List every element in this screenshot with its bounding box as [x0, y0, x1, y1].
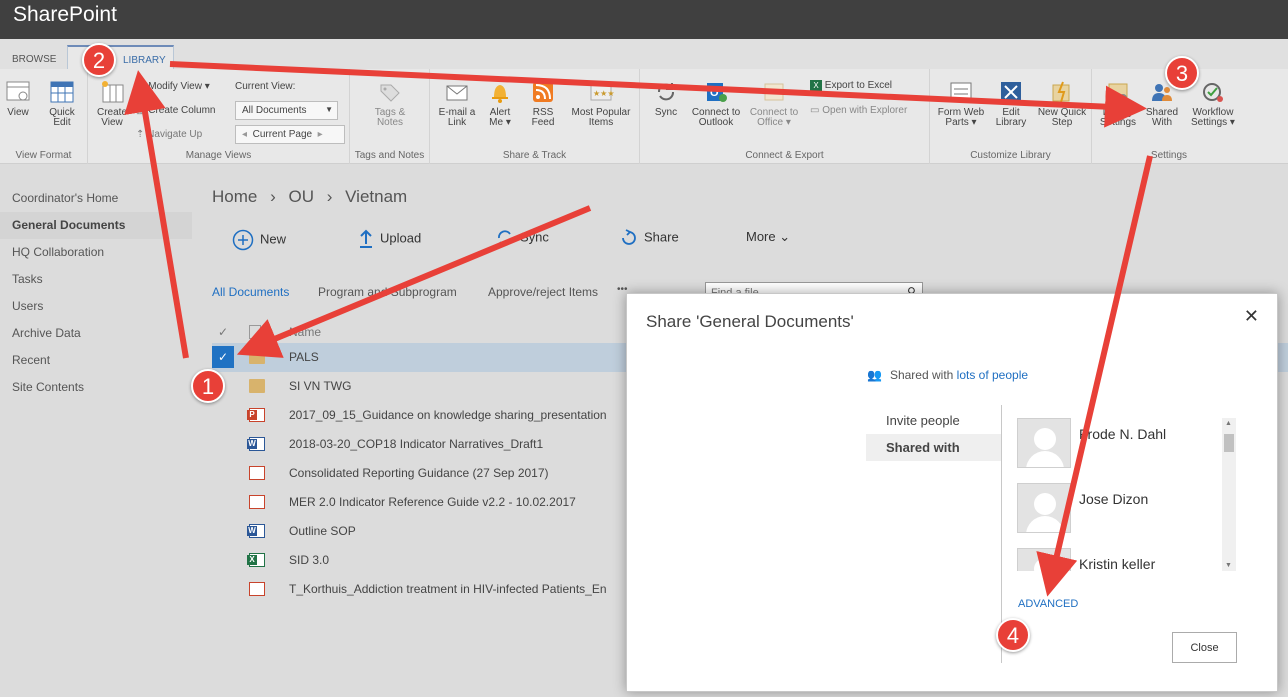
step-marker-2: 2	[82, 43, 116, 77]
annotation-arrows	[124, 61, 1153, 597]
step-marker-4: 4	[996, 618, 1030, 652]
arrow-to-library-tab	[124, 70, 189, 359]
step-marker-3: 3	[1165, 56, 1199, 90]
arrow-to-advanced	[1036, 155, 1153, 597]
arrow-to-folder	[236, 205, 592, 358]
step-marker-1: 1	[191, 369, 225, 403]
arrow-to-shared-with	[169, 61, 1147, 128]
